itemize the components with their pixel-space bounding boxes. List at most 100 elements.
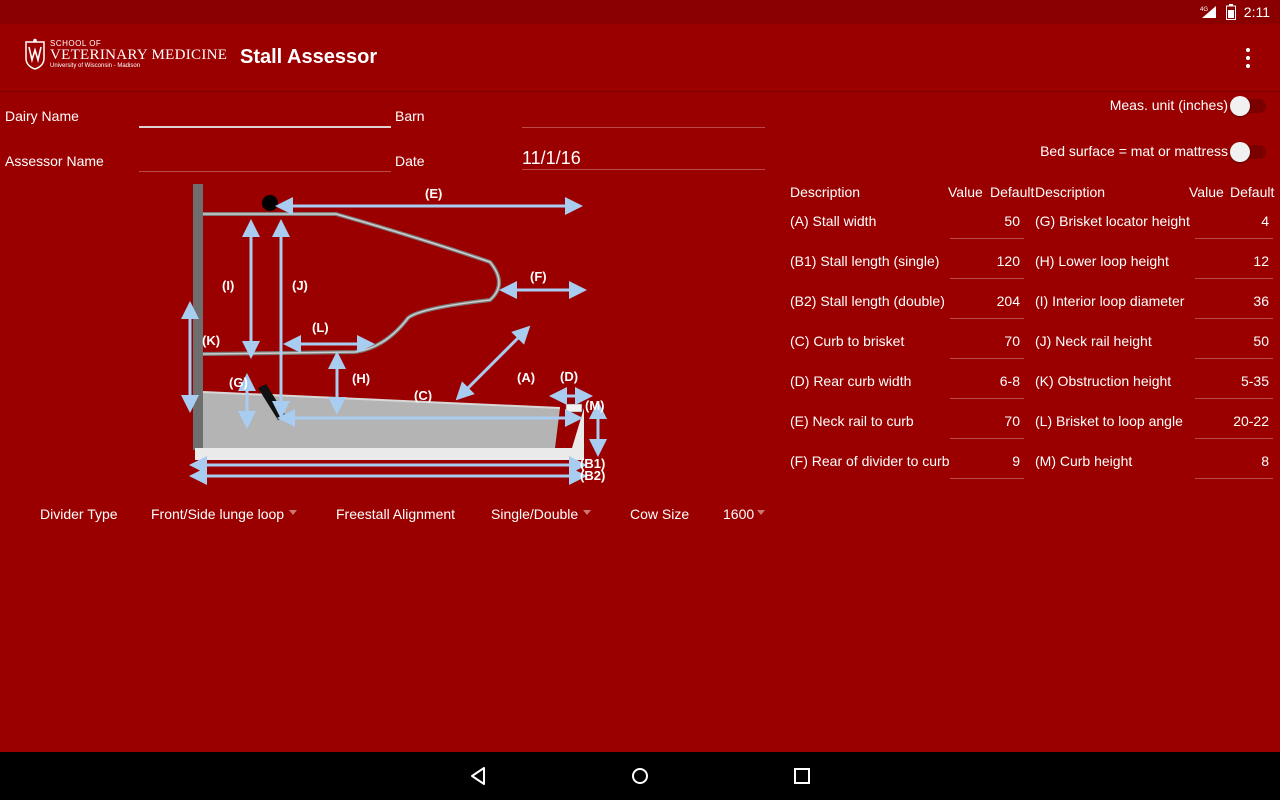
row-description: (L) Brisket to loop angle: [1035, 413, 1183, 429]
row-description: (B1) Stall length (single): [790, 253, 940, 269]
bed-surface-switch[interactable]: [1230, 142, 1266, 162]
clock: 2:11: [1243, 4, 1270, 20]
row-description: (M) Curb height: [1035, 453, 1133, 469]
label-f: (F): [530, 269, 547, 284]
crest-icon: [25, 38, 45, 70]
label-d: (D): [560, 369, 578, 384]
table-row: (I) Interior loop diameter 36: [1035, 293, 1275, 319]
date-label: Date: [395, 153, 425, 169]
back-icon[interactable]: [466, 764, 490, 788]
row-default: 70: [968, 413, 1024, 439]
row-default: 5-35: [1217, 373, 1273, 399]
row-default: 50: [968, 213, 1024, 239]
label-i: (I): [222, 278, 234, 293]
battery-icon: [1225, 4, 1236, 20]
divider-type-select[interactable]: Front/Side lunge loop: [151, 506, 284, 522]
row-description: (D) Rear curb width: [790, 373, 912, 389]
row-default: 70: [968, 333, 1024, 359]
status-bar: 4G 2:11: [0, 0, 1280, 24]
chevron-down-icon[interactable]: [757, 510, 765, 515]
table-row: (L) Brisket to loop angle 20-22: [1035, 413, 1275, 439]
app-bar: SCHOOL OF VETERINARY MEDICINE University…: [0, 24, 1280, 92]
table-row: (G) Brisket locator height 4: [1035, 213, 1275, 239]
logo-line-2: VETERINARY MEDICINE: [50, 46, 228, 63]
row-default: 204: [968, 293, 1024, 319]
row-description: (E) Neck rail to curb: [790, 413, 914, 429]
row-description: (C) Curb to brisket: [790, 333, 905, 349]
date-input[interactable]: 11/1/16: [522, 148, 765, 170]
row-default: 36: [1217, 293, 1273, 319]
label-b2: (B2): [580, 468, 605, 483]
label-h: (H): [352, 371, 370, 386]
barn-input[interactable]: [522, 106, 765, 128]
stall-diagram: (E) (F) (I) (J) (K) (L) (H) (G) (C) (A) …: [181, 184, 607, 485]
alignment-select[interactable]: Single/Double: [491, 506, 578, 522]
label-j: (J): [292, 278, 308, 293]
logo-text: SCHOOL OF VETERINARY MEDICINE University…: [50, 39, 228, 69]
header-value-right: Value: [1189, 184, 1224, 200]
row-default: 12: [1217, 253, 1273, 279]
navigation-bar: [0, 752, 1280, 800]
diagram-post: [193, 184, 203, 450]
table-row: (H) Lower loop height 12: [1035, 253, 1275, 279]
dairy-name-label: Dairy Name: [5, 108, 79, 124]
more-vert-icon[interactable]: [1242, 46, 1254, 70]
diagram-neck-rail: [262, 195, 278, 211]
row-default: 20-22: [1217, 413, 1273, 439]
dairy-name-input[interactable]: [139, 106, 391, 128]
row-default: 9: [968, 453, 1024, 479]
label-e: (E): [425, 186, 442, 201]
row-description: (A) Stall width: [790, 213, 877, 229]
row-default: 50: [1217, 333, 1273, 359]
table-row: (F) Rear of divider to curb 9: [790, 453, 1030, 479]
recents-icon[interactable]: [790, 764, 814, 788]
switch-knob: [1230, 96, 1250, 116]
diagram-divider-loop: [202, 212, 501, 356]
header-description-right: Description: [1035, 184, 1106, 200]
label-m: (M): [585, 398, 605, 413]
assessor-name-input[interactable]: [139, 150, 391, 172]
label-g: (G): [229, 375, 248, 390]
page-title: Stall Assessor: [240, 46, 378, 68]
row-description: (B2) Stall length (double): [790, 293, 945, 309]
divider-type-label: Divider Type: [40, 506, 118, 522]
label-l: (L): [312, 320, 329, 335]
signal-icon: 4G: [1200, 6, 1216, 18]
switch-knob: [1230, 142, 1250, 162]
header-description-left: Description: [790, 184, 861, 200]
logo-line-3: University of Wisconsin - Madison: [50, 62, 141, 69]
table-row: (M) Curb height 8: [1035, 453, 1275, 479]
chevron-down-icon[interactable]: [289, 510, 297, 515]
uw-vet-logo: SCHOOL OF VETERINARY MEDICINE University…: [24, 38, 227, 70]
status-icons: 4G 2:11: [1200, 4, 1270, 20]
table-row: (D) Rear curb width 6-8: [790, 373, 1030, 399]
svg-text:4G: 4G: [1200, 7, 1208, 13]
row-description: (I) Interior loop diameter: [1035, 293, 1185, 309]
row-description: (J) Neck rail height: [1035, 333, 1152, 349]
meas-unit-switch[interactable]: [1230, 96, 1266, 116]
barn-label: Barn: [395, 108, 425, 124]
table-row: (K) Obstruction height 5-35: [1035, 373, 1275, 399]
cow-size-label: Cow Size: [630, 506, 690, 522]
bed-surface-label: Bed surface = mat or mattress: [1040, 143, 1228, 159]
chevron-down-icon[interactable]: [583, 510, 591, 515]
row-default: 6-8: [968, 373, 1024, 399]
cow-size-select[interactable]: 1600: [723, 506, 754, 522]
assessor-name-label: Assessor Name: [5, 153, 104, 169]
home-icon[interactable]: [628, 764, 652, 788]
table-row: (B2) Stall length (double) 204: [790, 293, 1030, 319]
header-default-right: Default: [1230, 184, 1275, 200]
row-description: (F) Rear of divider to curb: [790, 453, 950, 469]
table-row: (J) Neck rail height 50: [1035, 333, 1275, 359]
label-k: (K): [202, 333, 220, 348]
header-default-left: Default: [990, 184, 1035, 200]
row-default: 120: [968, 253, 1024, 279]
table-row: (E) Neck rail to curb 70: [790, 413, 1030, 439]
label-a: (A): [517, 370, 535, 385]
table-row: (A) Stall width 50: [790, 213, 1030, 239]
header-value-left: Value: [948, 184, 983, 200]
alignment-label: Freestall Alignment: [336, 506, 456, 522]
meas-unit-label: Meas. unit (inches): [1109, 97, 1228, 113]
row-description: (K) Obstruction height: [1035, 373, 1172, 389]
label-c: (C): [414, 388, 432, 403]
